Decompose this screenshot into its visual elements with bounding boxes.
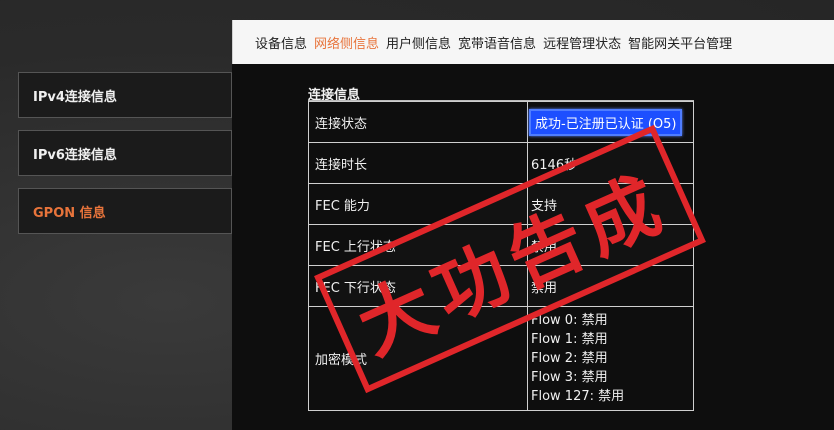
table-row: FEC 下行状态 禁用 <box>308 265 694 307</box>
flow-item: Flow 1: 禁用 <box>531 332 608 347</box>
table-row: FEC 上行状态 禁用 <box>308 224 694 266</box>
sidebar-item-label: GPON 信息 <box>33 205 106 221</box>
encryption-flows: Flow 0: 禁用 Flow 1: 禁用 Flow 2: 禁用 Flow 3:… <box>527 306 694 411</box>
flow-item: Flow 3: 禁用 <box>531 370 608 385</box>
sidebar-item-ipv4[interactable]: IPv4连接信息 <box>18 72 232 118</box>
row-label: FEC 上行状态 <box>308 224 528 266</box>
sidebar-item-label: IPv4连接信息 <box>33 89 117 105</box>
tab-network-info[interactable]: 网络侧信息 <box>314 33 379 52</box>
tab-smart-gateway-platform[interactable]: 智能网关平台管理 <box>628 33 732 52</box>
row-label: 连接状态 <box>308 101 528 143</box>
row-label: FEC 能力 <box>308 183 528 225</box>
sidebar-item-ipv6[interactable]: IPv6连接信息 <box>18 130 232 176</box>
table-row: 连接状态 成功-已注册已认证 (O5) <box>308 101 694 143</box>
connection-info-table: 连接状态 成功-已注册已认证 (O5) 连接时长 6146秒 FEC 能力 支持… <box>308 101 694 411</box>
tab-user-info[interactable]: 用户侧信息 <box>386 33 451 52</box>
table-row: FEC 能力 支持 <box>308 183 694 225</box>
row-value: 支持 <box>527 183 694 225</box>
flow-item: Flow 0: 禁用 <box>531 313 608 328</box>
connection-status-value: 成功-已注册已认证 (O5) <box>529 108 683 136</box>
main-panel: 连接信息 连接状态 成功-已注册已认证 (O5) 连接时长 6146秒 FEC … <box>232 64 834 430</box>
sidebar-item-label: IPv6连接信息 <box>33 147 117 163</box>
row-value: 6146秒 <box>527 142 694 184</box>
tab-device-info[interactable]: 设备信息 <box>255 33 307 52</box>
row-label: 加密模式 <box>308 306 528 411</box>
tab-broadband-voice-info[interactable]: 宽带语音信息 <box>458 33 536 52</box>
flow-item: Flow 127: 禁用 <box>531 389 625 404</box>
row-label: FEC 下行状态 <box>308 265 528 307</box>
top-nav: 设备信息 网络侧信息 用户侧信息 宽带语音信息 远程管理状态 智能网关平台管理 <box>232 20 834 64</box>
row-value: 禁用 <box>527 224 694 266</box>
table-row: 加密模式 Flow 0: 禁用 Flow 1: 禁用 Flow 2: 禁用 Fl… <box>308 306 694 411</box>
table-row: 连接时长 6146秒 <box>308 142 694 184</box>
row-label: 连接时长 <box>308 142 528 184</box>
flow-item: Flow 2: 禁用 <box>531 351 608 366</box>
tab-remote-management-status[interactable]: 远程管理状态 <box>543 33 621 52</box>
sidebar-item-gpon[interactable]: GPON 信息 <box>18 188 232 234</box>
sidebar: IPv4连接信息 IPv6连接信息 GPON 信息 <box>18 72 232 246</box>
row-value: 禁用 <box>527 265 694 307</box>
